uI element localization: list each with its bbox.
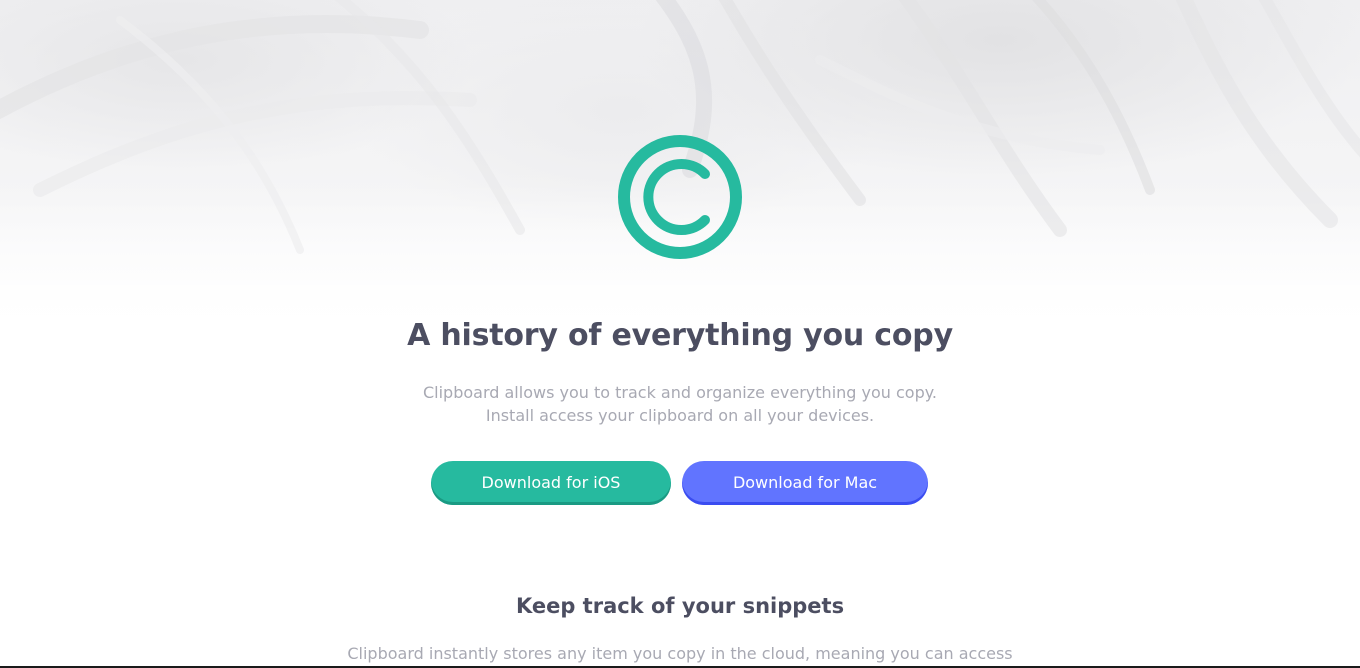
download-mac-button[interactable]: Download for Mac	[682, 461, 928, 505]
hero-subtitle-line-2: Install access your clipboard on all you…	[485, 406, 875, 425]
snippets-section-body: Clipboard instantly stores any item you …	[347, 644, 1013, 663]
hero-subtitle-line-1: Clipboard allows you to track and organi…	[422, 383, 938, 402]
download-ios-button[interactable]: Download for iOS	[431, 461, 671, 505]
copyright-icon	[618, 135, 742, 259]
snippets-section-title: Keep track of your snippets	[515, 594, 845, 618]
landing-page: A history of everything you copy Clipboa…	[0, 0, 1360, 668]
page-title: A history of everything you copy	[407, 318, 953, 353]
